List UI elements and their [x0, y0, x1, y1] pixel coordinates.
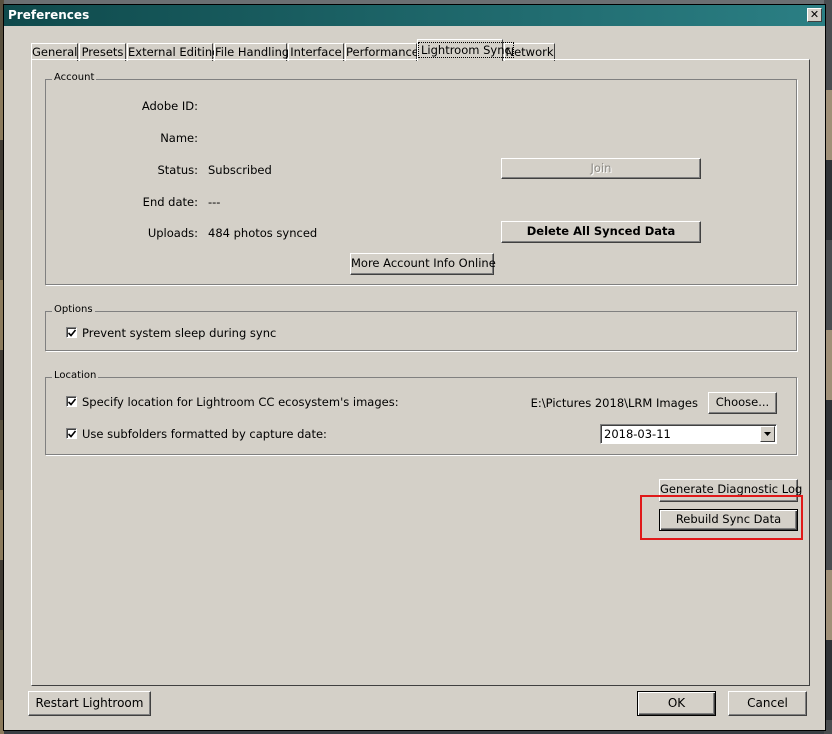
tab-label: Performance: [346, 45, 419, 59]
date-format-value: 2018-03-11: [604, 427, 671, 441]
close-icon[interactable]: ✕: [807, 8, 822, 22]
end-date-label: End date:: [142, 195, 198, 209]
preferences-dialog: Preferences ✕ General Presets External E…: [3, 4, 826, 731]
restart-lightroom-button[interactable]: Restart Lightroom: [28, 691, 151, 716]
generate-diagnostic-log-button[interactable]: Generate Diagnostic Log: [659, 479, 802, 502]
rebuild-sync-data-button[interactable]: Rebuild Sync Data: [659, 509, 798, 531]
choose-button[interactable]: Choose...: [708, 392, 777, 414]
prevent-sleep-label: Prevent system sleep during sync: [82, 326, 277, 340]
tab-label: Presets: [81, 45, 124, 59]
window-title: Preferences: [8, 8, 90, 22]
tab-label: External Editing: [128, 45, 220, 59]
name-label: Name:: [160, 131, 198, 145]
tab-panel: Account Adobe ID: Name: Status: Subscrib…: [31, 59, 810, 686]
cancel-button[interactable]: Cancel: [728, 691, 807, 716]
tab-label: Interface: [290, 45, 342, 59]
tab-label: File Handling: [215, 45, 290, 59]
checkmark-icon: [68, 430, 76, 438]
uploads-label: Uploads:: [147, 226, 198, 240]
join-button[interactable]: Join: [501, 158, 701, 179]
more-account-info-button[interactable]: More Account Info Online: [350, 253, 496, 275]
status-label: Status:: [157, 163, 198, 177]
status-value: Subscribed: [208, 163, 272, 177]
specify-location-checkbox[interactable]: [66, 396, 77, 407]
options-group: Options Prevent system sleep during sync: [45, 304, 797, 351]
end-date-value: ---: [208, 195, 221, 209]
tab-label: Lightroom Sync: [418, 42, 514, 58]
use-subfolders-label: Use subfolders formatted by capture date…: [82, 427, 327, 441]
ok-button[interactable]: OK: [637, 691, 716, 716]
delete-all-synced-data-button[interactable]: Delete All Synced Data: [501, 221, 701, 243]
use-subfolders-checkbox[interactable]: [66, 428, 77, 439]
uploads-value: 484 photos synced: [208, 226, 318, 240]
location-path-value: E:\Pictures 2018\LRM Images: [530, 396, 698, 410]
adobe-id-label: Adobe ID:: [141, 99, 198, 113]
location-group-title: Location: [52, 370, 99, 381]
checkmark-icon: [68, 398, 76, 406]
title-bar[interactable]: Preferences ✕: [4, 5, 825, 26]
prevent-sleep-checkbox[interactable]: [66, 327, 77, 338]
dropdown-button[interactable]: [760, 426, 775, 442]
chevron-down-icon: [764, 432, 771, 436]
tab-label: General: [32, 45, 78, 59]
account-group-title: Account: [52, 72, 97, 83]
options-group-title: Options: [52, 304, 95, 315]
location-group: Location Specify location for Lightroom …: [45, 370, 797, 455]
tab-lightroom-sync[interactable]: Lightroom Sync: [417, 39, 514, 61]
account-group: Account Adobe ID: Name: Status: Subscrib…: [45, 72, 797, 285]
checkmark-icon: [68, 329, 76, 337]
specify-location-label: Specify location for Lightroom CC ecosys…: [82, 395, 399, 409]
date-format-select[interactable]: 2018-03-11: [600, 424, 777, 444]
